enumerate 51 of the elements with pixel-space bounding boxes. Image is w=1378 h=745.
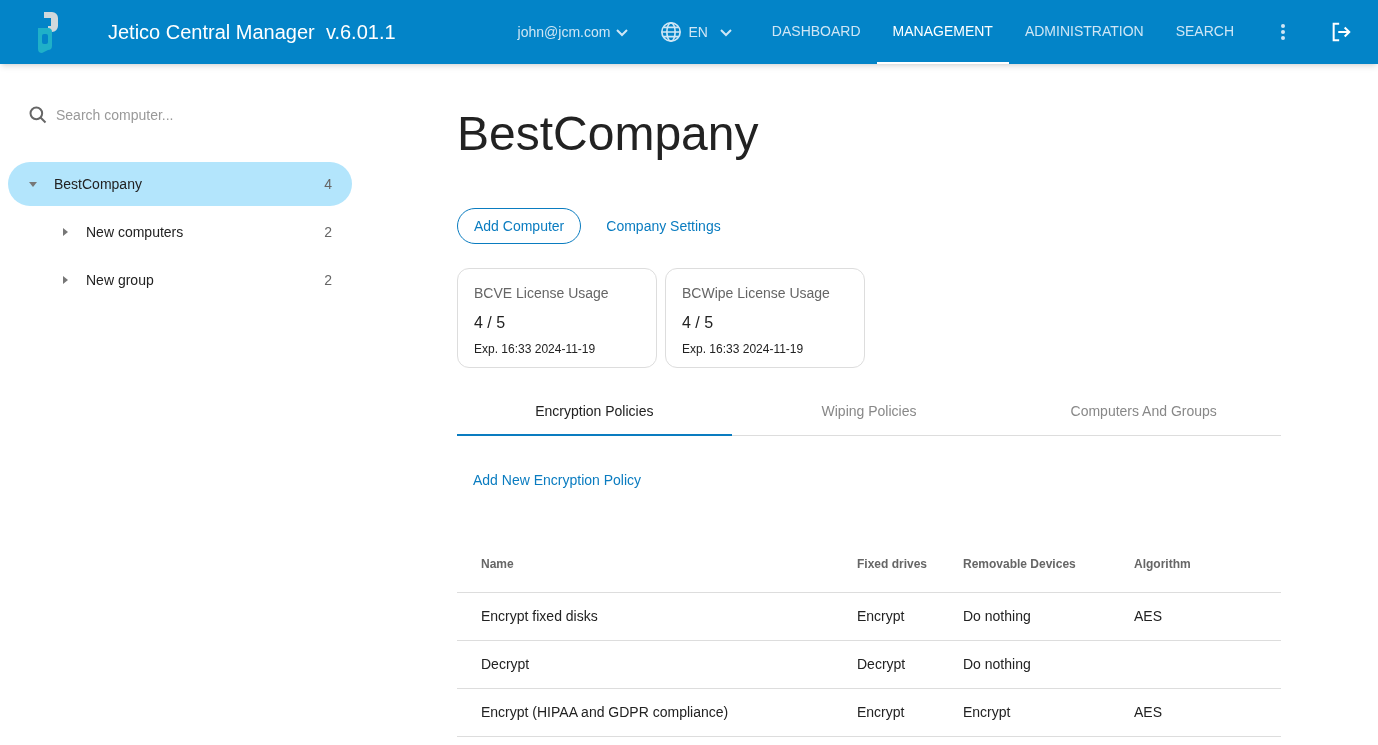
license-usage: 4 / 5 bbox=[682, 313, 715, 333]
table-cell: Encrypt bbox=[857, 704, 905, 720]
table-cell: Decrypt bbox=[857, 656, 906, 672]
license-title: BCWipe License Usage bbox=[682, 284, 831, 303]
tree-item[interactable]: New computers 2 bbox=[8, 210, 352, 254]
language-menu[interactable]: EN bbox=[660, 21, 734, 43]
tree-label: New computers bbox=[86, 223, 184, 242]
search-field[interactable]: Search computer... bbox=[56, 105, 306, 125]
tree-label: BestCompany bbox=[54, 175, 142, 194]
policy-tab[interactable]: Encryption Policies bbox=[457, 388, 732, 436]
column-header: Name bbox=[457, 536, 857, 592]
app-title: Jetico Central Manager v.6.01.1 bbox=[108, 20, 396, 45]
table-cell: Encrypt bbox=[857, 608, 905, 624]
policy-tab[interactable]: Computers And Groups bbox=[1006, 388, 1281, 436]
table-cell: Do nothing bbox=[963, 608, 1031, 624]
column-header: Fixed drives bbox=[857, 536, 963, 592]
nav-tab[interactable]: SEARCH bbox=[1159, 0, 1250, 64]
company-title: BestCompany bbox=[457, 106, 760, 162]
item-count: 2 bbox=[324, 223, 332, 242]
settings-button[interactable]: Company Settings bbox=[606, 208, 721, 244]
caret-right-icon bbox=[60, 275, 70, 285]
table-cell: Decrypt bbox=[481, 656, 530, 672]
search-icon bbox=[28, 105, 48, 125]
tree-label: New group bbox=[86, 271, 154, 290]
table-cell: Encrypt (HIPAA and GDPR compliance) bbox=[481, 704, 729, 720]
license-expiry: Exp. 16:33 2024-11-19 bbox=[682, 341, 805, 357]
tree-item[interactable]: BestCompany 4 bbox=[8, 162, 352, 206]
logout-icon[interactable] bbox=[1330, 21, 1352, 43]
policy-tab[interactable]: Wiping Policies bbox=[731, 388, 1007, 436]
user-menu[interactable]: john@jcm.com bbox=[517, 22, 631, 42]
globe-icon bbox=[660, 21, 683, 43]
caret-right-icon bbox=[60, 227, 70, 237]
nav-tab[interactable]: DASHBOARD bbox=[755, 0, 877, 64]
caret-down-icon bbox=[28, 179, 38, 189]
item-count: 4 bbox=[324, 175, 332, 194]
item-count: 2 bbox=[324, 271, 332, 290]
column-header: Removable Devices bbox=[963, 536, 1134, 592]
add-policy-link[interactable]: Add New Encryption Policy bbox=[473, 470, 642, 490]
table-cell: Do nothing bbox=[963, 656, 1031, 672]
nav-tab[interactable]: ADMINISTRATION bbox=[1008, 0, 1160, 64]
nav-tab[interactable]: MANAGEMENT bbox=[876, 0, 1009, 64]
license-expiry: Exp. 16:33 2024-11-19 bbox=[474, 341, 597, 357]
license-title: BCVE License Usage bbox=[474, 284, 610, 303]
column-header: Algorithm bbox=[1134, 536, 1281, 592]
more-vertical-icon[interactable] bbox=[1280, 23, 1286, 41]
table-cell: Encrypt fixed disks bbox=[481, 608, 598, 624]
license-usage: 4 / 5 bbox=[474, 313, 507, 333]
tree-item[interactable]: New group 2 bbox=[8, 258, 352, 302]
table-cell: Encrypt bbox=[963, 704, 1011, 720]
table-cell: AES bbox=[1134, 608, 1162, 624]
table-cell: AES bbox=[1134, 704, 1162, 720]
